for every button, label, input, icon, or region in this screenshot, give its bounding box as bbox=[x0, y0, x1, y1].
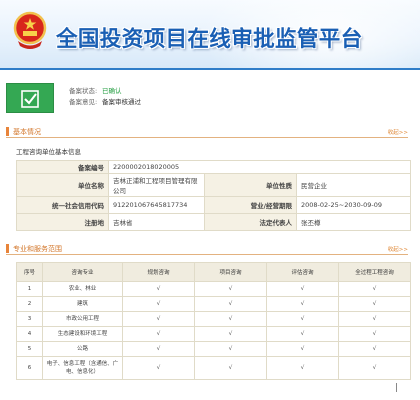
col-header-specialty: 咨询专业 bbox=[42, 262, 123, 282]
filing-number-value: 2200002018020005 bbox=[107, 160, 412, 174]
table-row: 3 市政公用工程 √ √ √ √ bbox=[16, 311, 411, 327]
business-term-value: 2008-02-25~2030-09-09 bbox=[295, 196, 412, 214]
table-row: 注册地 吉林省 法定代表人 张丕樽 bbox=[16, 213, 412, 231]
project-check: √ bbox=[194, 326, 267, 342]
row-no: 2 bbox=[16, 296, 43, 312]
evaluation-check: √ bbox=[266, 281, 339, 297]
status-label: 备案状态: bbox=[69, 87, 98, 95]
planning-check: √ bbox=[122, 326, 195, 342]
collapse-link[interactable]: 收起>> bbox=[388, 245, 408, 253]
unit-name-label: 单位名称 bbox=[16, 173, 109, 197]
table-header-row: 序号 咨询专业 规划咨询 项目咨询 评估咨询 全过程工程咨询 bbox=[16, 262, 411, 282]
full-process-check: √ bbox=[338, 341, 411, 357]
row-no: 5 bbox=[16, 341, 43, 357]
unit-name-value: 吉林正浦和工程项目管理有限公司 bbox=[108, 173, 205, 197]
row-no: 1 bbox=[16, 281, 43, 297]
full-process-check: √ bbox=[338, 326, 411, 342]
specialty-name: 生态建设和环境工程 bbox=[42, 326, 123, 342]
status-badge bbox=[6, 83, 54, 113]
subsection-title: 工程咨询单位基本信息 bbox=[16, 148, 81, 156]
specialty-name: 建筑 bbox=[42, 296, 123, 312]
planning-check: √ bbox=[122, 296, 195, 312]
scope-table: 序号 咨询专业 规划咨询 项目咨询 评估咨询 全过程工程咨询 1 农业、林业 √… bbox=[16, 262, 411, 380]
national-emblem-icon bbox=[13, 11, 47, 49]
header-banner: 全国投资项目在线审批监管平台 bbox=[0, 0, 420, 70]
col-header-no: 序号 bbox=[16, 262, 43, 282]
planning-check: √ bbox=[122, 281, 195, 297]
planning-check: √ bbox=[122, 341, 195, 357]
collapse-link[interactable]: 收起>> bbox=[388, 128, 408, 136]
registered-place-value: 吉林省 bbox=[108, 213, 205, 231]
planning-check: √ bbox=[122, 356, 195, 380]
project-check: √ bbox=[194, 341, 267, 357]
table-row: 单位名称 吉林正浦和工程项目管理有限公司 单位性质 民营企业 bbox=[16, 173, 412, 197]
basic-info-section-header: 基本情况 收起>> bbox=[6, 126, 408, 138]
col-header-full-process: 全过程工程咨询 bbox=[338, 262, 411, 282]
col-header-project: 项目咨询 bbox=[194, 262, 267, 282]
credit-code-value: 91220106764581773​4 bbox=[108, 196, 205, 214]
section-marker bbox=[6, 244, 9, 253]
evaluation-check: √ bbox=[266, 326, 339, 342]
banner-divider bbox=[0, 68, 420, 70]
business-term-label: 营业/经营期限 bbox=[204, 196, 297, 214]
evaluation-check: √ bbox=[266, 356, 339, 380]
credit-code-label: 统一社会信用代码 bbox=[16, 196, 109, 214]
row-no: 3 bbox=[16, 311, 43, 327]
full-process-check: √ bbox=[338, 311, 411, 327]
unit-type-value: 民营企业 bbox=[295, 173, 412, 197]
registered-place-label: 注册地 bbox=[16, 213, 109, 231]
project-check: √ bbox=[194, 296, 267, 312]
full-process-check: √ bbox=[338, 281, 411, 297]
full-process-check: √ bbox=[338, 296, 411, 312]
section-marker bbox=[6, 127, 9, 136]
specialty-name: 电子、信息工程（含通信、广电、信息化） bbox=[42, 356, 123, 380]
project-check: √ bbox=[194, 311, 267, 327]
site-title: 全国投资项目在线审批监管平台 bbox=[56, 27, 363, 52]
legal-rep-value: 张丕樽 bbox=[295, 213, 412, 231]
table-row: 4 生态建设和环境工程 √ √ √ √ bbox=[16, 326, 411, 342]
table-row: 6 电子、信息工程（含通信、广电、信息化） √ √ √ √ bbox=[16, 356, 411, 380]
filing-number-label: 备案编号 bbox=[16, 160, 109, 174]
specialty-name: 农业、林业 bbox=[42, 281, 123, 297]
row-no: 4 bbox=[16, 326, 43, 342]
table-row: 2 建筑 √ √ √ √ bbox=[16, 296, 411, 312]
table-row: 5 公路 √ √ √ √ bbox=[16, 341, 411, 357]
evaluation-check: √ bbox=[266, 311, 339, 327]
opinion-label: 备案意见: bbox=[69, 98, 98, 106]
status-value: 已确认 bbox=[102, 87, 122, 95]
filing-status: 备案状态: 已确认 备案意见: 备案审核通过 bbox=[69, 86, 141, 108]
evaluation-check: √ bbox=[266, 296, 339, 312]
unit-type-label: 单位性质 bbox=[204, 173, 297, 197]
mouse-cursor bbox=[396, 383, 399, 392]
col-header-evaluation: 评估咨询 bbox=[266, 262, 339, 282]
specialty-name: 市政公用工程 bbox=[42, 311, 123, 327]
basic-info-table: 备案编号 2200002018020005 单位名称 吉林正浦和工程项目管理有限… bbox=[16, 160, 412, 231]
section-title: 专业和服务范围 bbox=[13, 245, 62, 253]
specialty-name: 公路 bbox=[42, 341, 123, 357]
table-row: 1 农业、林业 √ √ √ √ bbox=[16, 281, 411, 297]
table-row: 统一社会信用代码 91220106764581773​4 营业/经营期限 200… bbox=[16, 196, 412, 214]
section-title: 基本情况 bbox=[13, 128, 41, 136]
opinion-value: 备案审核通过 bbox=[102, 98, 141, 106]
evaluation-check: √ bbox=[266, 341, 339, 357]
full-process-check: √ bbox=[338, 356, 411, 380]
table-row: 备案编号 2200002018020005 bbox=[16, 160, 412, 174]
col-header-planning: 规划咨询 bbox=[122, 262, 195, 282]
scope-section-header: 专业和服务范围 收起>> bbox=[6, 243, 408, 255]
project-check: √ bbox=[194, 281, 267, 297]
row-no: 6 bbox=[16, 356, 43, 380]
project-check: √ bbox=[194, 356, 267, 380]
checkbox-check-icon bbox=[21, 90, 39, 108]
planning-check: √ bbox=[122, 311, 195, 327]
legal-rep-label: 法定代表人 bbox=[204, 213, 297, 231]
